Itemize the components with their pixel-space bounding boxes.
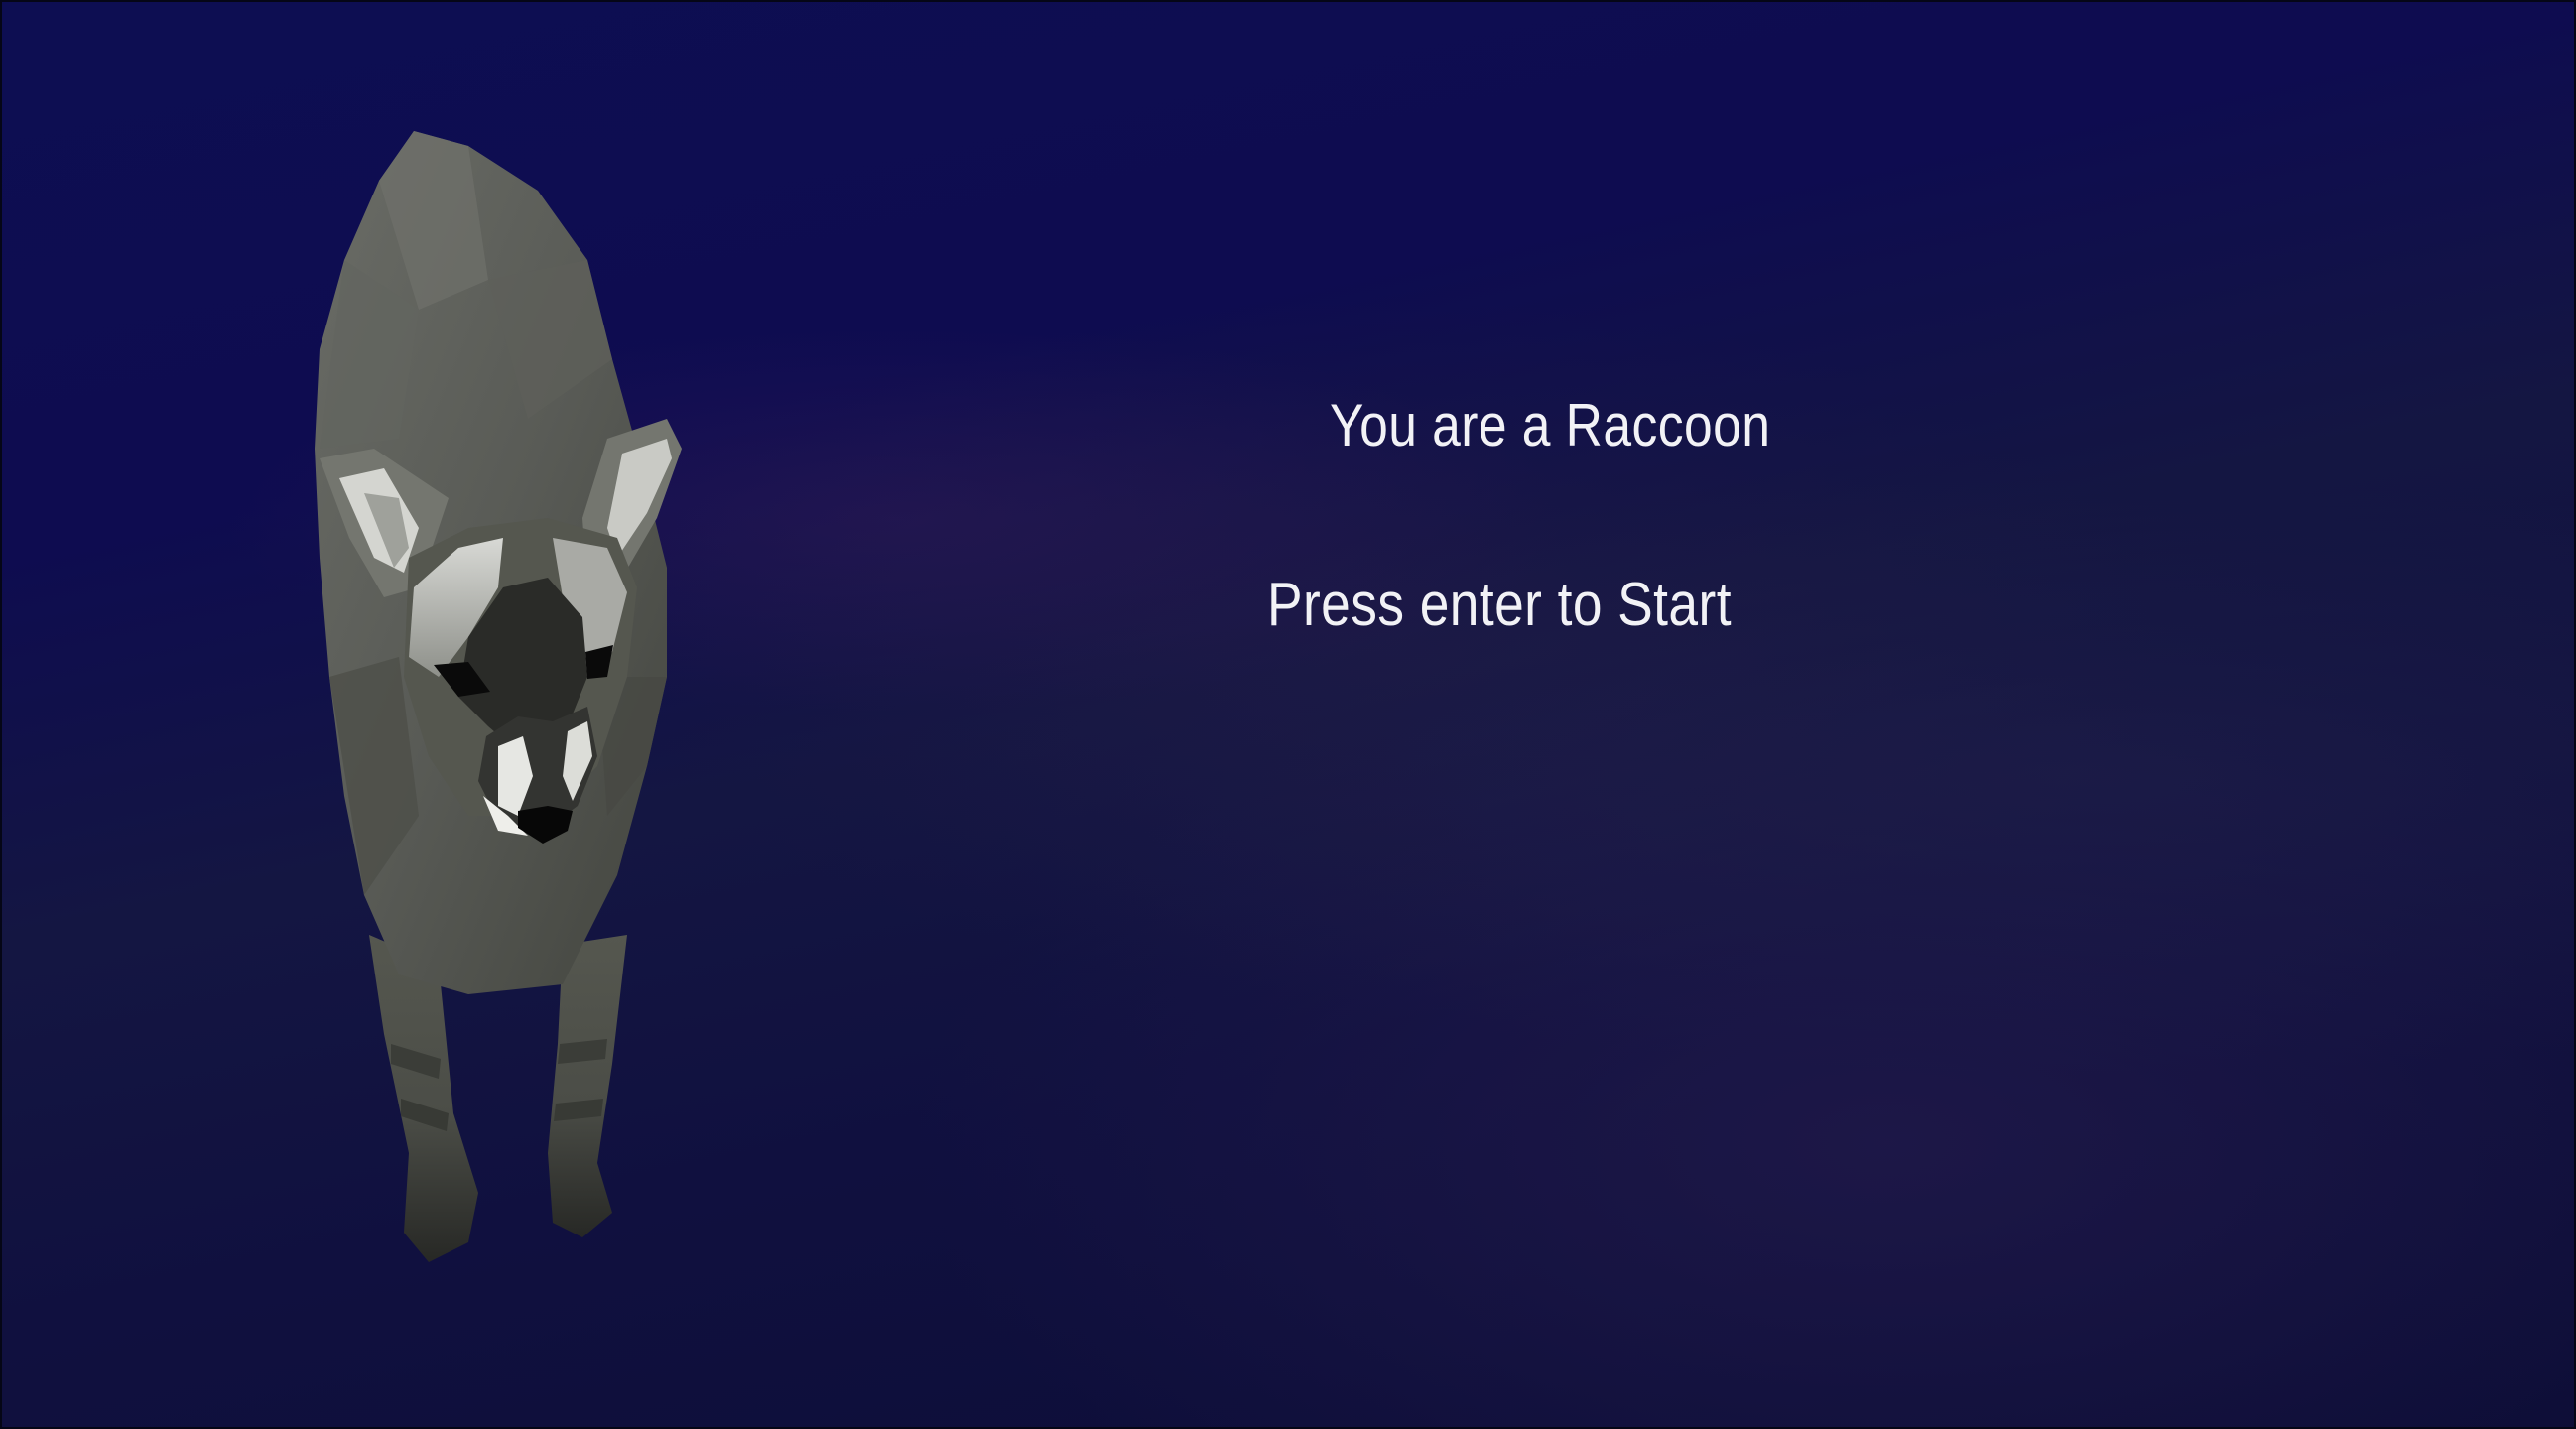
raccoon-model-icon: [315, 131, 682, 1262]
game-title-screen[interactable]: You are a Raccoon Press enter to Start: [0, 0, 2576, 1429]
start-prompt-text[interactable]: Press enter to Start: [1267, 570, 1732, 640]
game-title-text: You are a Raccoon: [1330, 392, 1771, 458]
